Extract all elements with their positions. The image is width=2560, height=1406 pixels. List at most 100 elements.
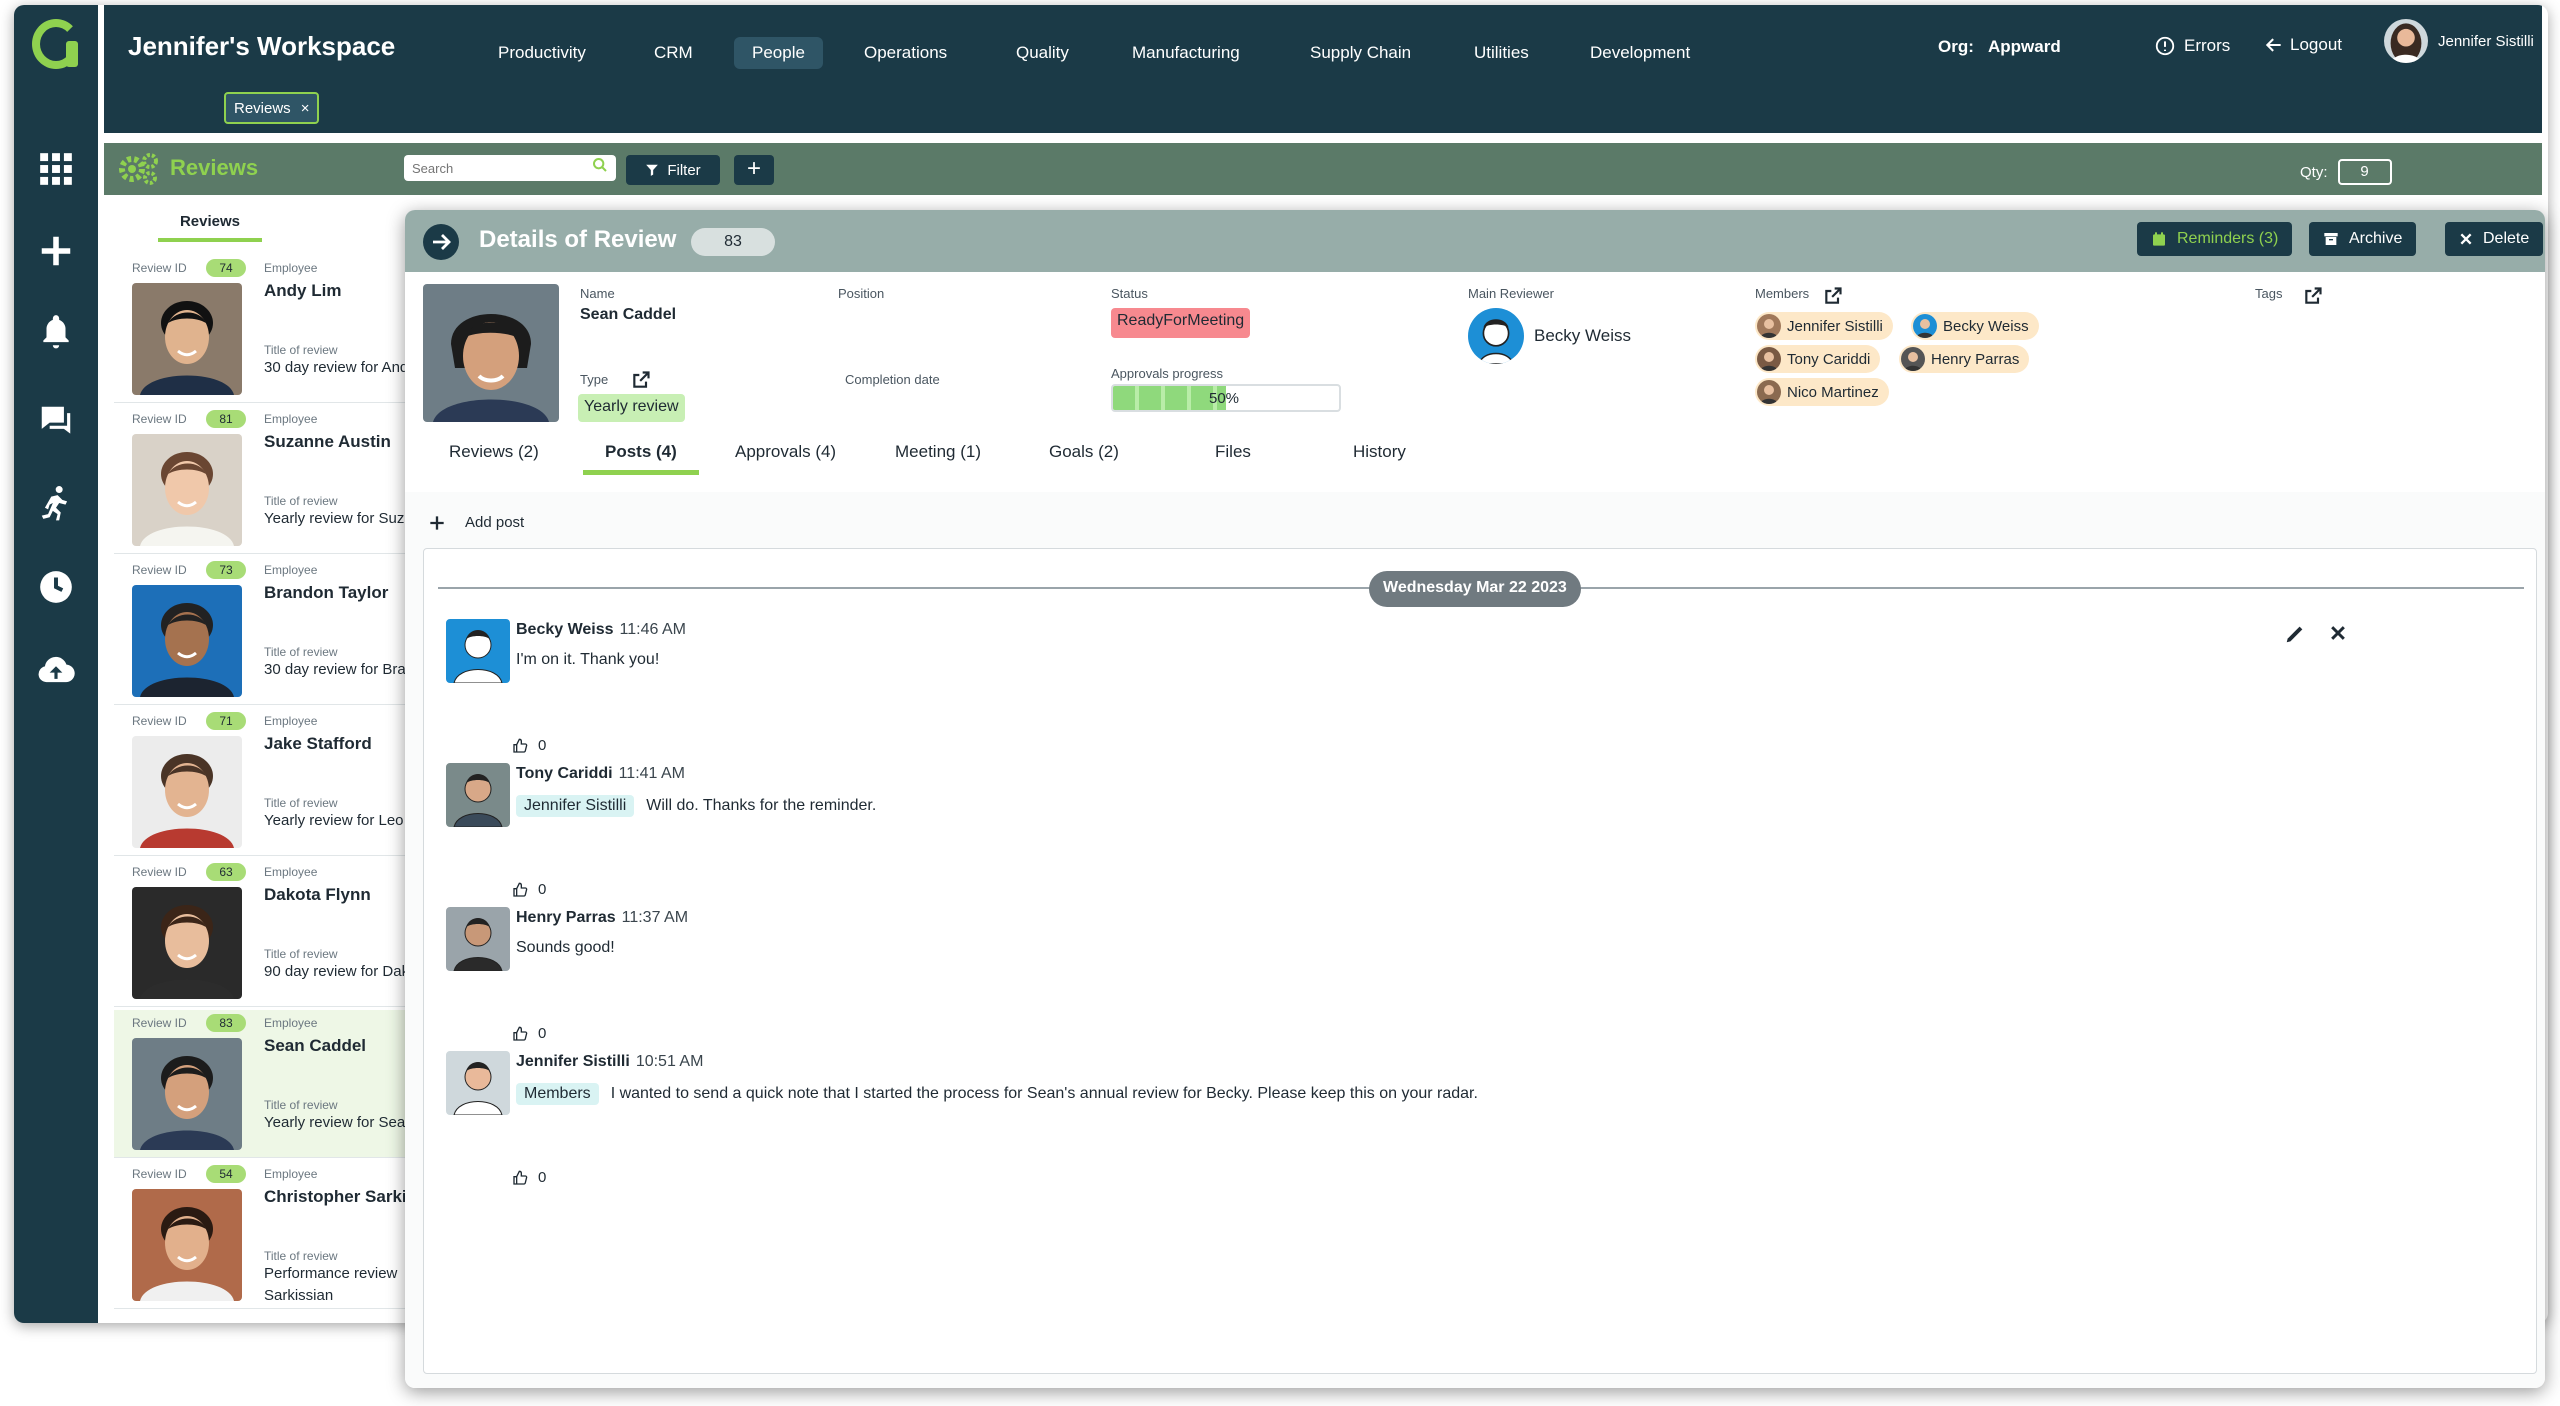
logout-button[interactable]: Logout xyxy=(2264,35,2342,55)
list-toolbar: Reviews Filter + Qty: 9 xyxy=(104,143,2542,195)
employee-name: Dakota Flynn xyxy=(264,885,371,904)
nav-supply-chain[interactable]: Supply Chain xyxy=(1292,37,1429,69)
post-time: 10:51 AM xyxy=(635,1053,704,1070)
reminders-button[interactable]: Reminders (3) xyxy=(2137,222,2293,256)
gears-icon xyxy=(118,151,158,187)
filter-label: Filter xyxy=(667,161,701,179)
review-title-label: Title of review xyxy=(264,645,338,659)
review-title-label: Title of review xyxy=(264,947,338,961)
nav-utilities[interactable]: Utilities xyxy=(1456,37,1547,69)
like-button[interactable]: 0 xyxy=(512,1169,546,1186)
tab-reviews[interactable]: Reviews (2) xyxy=(449,442,539,470)
member-chip[interactable]: Henry Parras xyxy=(1899,345,2030,373)
review-id-badge: 83 xyxy=(206,1014,246,1032)
main-reviewer[interactable]: Becky Weiss xyxy=(1468,308,1631,364)
status-badge[interactable]: ReadyForMeeting xyxy=(1111,308,1251,338)
review-card[interactable]: Review ID 83 Employee Sean Caddel Title of r… xyxy=(114,1010,414,1158)
review-id-label: Review ID xyxy=(132,714,187,728)
review-card[interactable]: Review ID 54 Employee Christopher Sarkissia… xyxy=(114,1161,414,1309)
external-link-icon[interactable] xyxy=(2303,286,2323,306)
plus-icon xyxy=(430,515,444,530)
like-count: 0 xyxy=(538,737,547,754)
member-chip[interactable]: Becky Weiss xyxy=(1911,312,2039,340)
clock-icon[interactable] xyxy=(30,561,82,613)
review-title: 90 day review for Dakota Flynn xyxy=(264,963,414,980)
archive-button[interactable]: Archive xyxy=(2309,222,2417,256)
nav-people[interactable]: People xyxy=(734,37,823,69)
delete-button[interactable]: Delete xyxy=(2445,222,2544,256)
member-avatar xyxy=(1913,314,1937,338)
close-icon[interactable] xyxy=(2328,623,2352,647)
tab-history[interactable]: History xyxy=(1353,442,1406,470)
search-input[interactable] xyxy=(404,155,616,181)
posts-feed: Wednesday Mar 22 2023 Becky Weiss 11:46 A… xyxy=(423,548,2537,1374)
nav-quality[interactable]: Quality xyxy=(998,37,1087,69)
tab-goals[interactable]: Goals (2) xyxy=(1049,442,1119,470)
member-chip[interactable]: Nico Martinez xyxy=(1755,378,1889,406)
bell-icon[interactable] xyxy=(30,305,82,357)
like-button[interactable]: 0 xyxy=(512,737,546,754)
tab-meeting[interactable]: Meeting (1) xyxy=(895,442,981,470)
nav-crm[interactable]: CRM xyxy=(636,37,711,69)
open-tab-reviews[interactable]: Reviews × xyxy=(224,92,320,124)
tab-posts[interactable]: Posts (4) xyxy=(583,442,699,475)
review-card[interactable]: Review ID 71 Employee Jake Stafford Title of… xyxy=(114,708,414,856)
post-text: Sounds good! xyxy=(516,939,615,956)
employee-label: Employee xyxy=(264,1016,318,1030)
thumbs-up-icon xyxy=(513,738,528,753)
reviewer-avatar xyxy=(1468,308,1524,364)
post-body: Sounds good! xyxy=(516,939,615,957)
completion-date-label: Completion date xyxy=(845,372,940,387)
review-title-label: Title of review xyxy=(264,343,338,357)
close-icon[interactable]: × xyxy=(301,100,310,117)
reminders-label: Reminders (3) xyxy=(2177,230,2279,247)
review-card[interactable]: Review ID 73 Employee Brandon Taylor Title o… xyxy=(114,557,414,705)
search-icon[interactable] xyxy=(592,157,608,178)
type-label: Type xyxy=(580,372,609,387)
external-link-icon[interactable] xyxy=(631,370,651,390)
reviewer-name: Becky Weiss xyxy=(1534,326,1631,345)
archive-label: Archive xyxy=(2349,230,2403,247)
apps-grid-icon[interactable] xyxy=(30,143,82,195)
like-button[interactable]: 0 xyxy=(512,1025,546,1042)
post-time: 11:37 AM xyxy=(621,909,689,926)
employee-label: Employee xyxy=(264,865,318,879)
post-time: 11:41 AM xyxy=(618,765,686,782)
type-badge[interactable]: Yearly review xyxy=(578,394,685,422)
employee-photo xyxy=(132,434,242,546)
member-name: Nico Martinez xyxy=(1787,383,1879,401)
errors-button[interactable]: Errors xyxy=(2154,35,2230,57)
review-title: 30 day review for Andy Lim xyxy=(264,359,414,376)
tab-reviews[interactable]: Reviews xyxy=(158,213,262,242)
member-chip[interactable]: Jennifer Sistilli xyxy=(1755,312,1893,340)
edit-pencil-icon[interactable] xyxy=(2284,623,2308,647)
add-post-button[interactable]: Add post xyxy=(429,514,524,531)
tab-approvals[interactable]: Approvals (4) xyxy=(735,442,836,470)
nav-operations[interactable]: Operations xyxy=(846,37,965,69)
running-icon[interactable] xyxy=(30,477,82,529)
review-card[interactable]: Review ID 74 Employee Andy Lim Title of revi… xyxy=(114,255,414,403)
review-card[interactable]: Review ID 63 Employee Dakota Flynn Title of … xyxy=(114,859,414,1007)
org-indicator[interactable]: Org: Appward xyxy=(1938,37,2061,57)
mention-tag[interactable]: Jennifer Sistilli xyxy=(516,795,635,817)
review-title: 30 day review for Brandon Taylor xyxy=(264,661,414,678)
mention-tag[interactable]: Members xyxy=(516,1083,599,1105)
user-name: Jennifer Sistilli xyxy=(2438,32,2534,50)
filter-button[interactable]: Filter xyxy=(626,155,720,185)
member-chip[interactable]: Tony Cariddi xyxy=(1755,345,1881,373)
user-menu[interactable]: Jennifer Sistilli xyxy=(2384,19,2534,63)
cloud-upload-icon[interactable] xyxy=(30,645,82,697)
chat-icon[interactable] xyxy=(30,395,82,447)
add-review-button[interactable]: + xyxy=(734,155,774,185)
external-link-icon[interactable] xyxy=(1823,286,1843,306)
like-button[interactable]: 0 xyxy=(512,881,546,898)
arrow-right-icon[interactable] xyxy=(423,224,459,260)
plus-icon[interactable] xyxy=(30,225,82,277)
tab-files[interactable]: Files xyxy=(1215,442,1251,470)
employee-name: Jake Stafford xyxy=(264,734,372,753)
review-id-badge: 74 xyxy=(206,259,246,277)
nav-productivity[interactable]: Productivity xyxy=(480,37,604,69)
review-card[interactable]: Review ID 81 Employee Suzanne Austin Title o… xyxy=(114,406,414,554)
nav-manufacturing[interactable]: Manufacturing xyxy=(1114,37,1258,69)
nav-development[interactable]: Development xyxy=(1572,37,1708,69)
